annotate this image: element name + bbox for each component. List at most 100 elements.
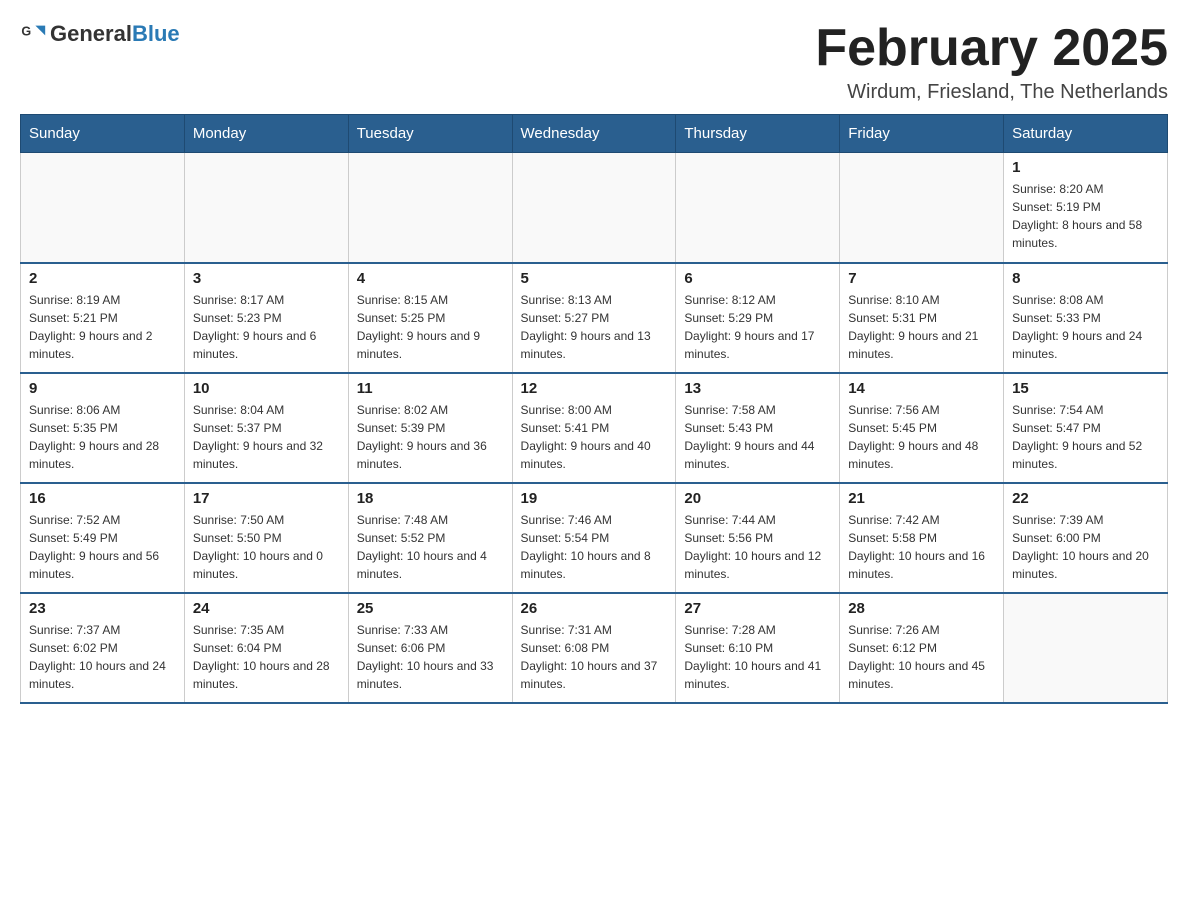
day-number: 24 <box>193 600 340 617</box>
calendar-cell: 7 Sunrise: 8:10 AM Sunset: 5:31 PM Daylig… <box>840 263 1004 373</box>
calendar-cell <box>676 153 840 263</box>
page-header: G GeneralBlue February 2025 Wirdum, Frie… <box>20 20 1168 104</box>
calendar-cell: 8 Sunrise: 8:08 AM Sunset: 5:33 PM Daylig… <box>1004 263 1168 373</box>
calendar-cell: 11 Sunrise: 8:02 AM Sunset: 5:39 PM Dayli… <box>348 373 512 483</box>
calendar-cell <box>512 153 676 263</box>
day-number: 20 <box>684 490 831 507</box>
calendar-cell: 19 Sunrise: 7:46 AM Sunset: 5:54 PM Dayli… <box>512 483 676 593</box>
day-info: Sunrise: 7:42 AM Sunset: 5:58 PM Dayligh… <box>848 511 995 583</box>
weekday-header-saturday: Saturday <box>1004 115 1168 153</box>
calendar-cell: 28Sunrise: 7:26 AM Sunset: 6:12 PM Dayli… <box>840 593 1004 703</box>
day-number: 13 <box>684 380 831 397</box>
day-info: Sunrise: 7:44 AM Sunset: 5:56 PM Dayligh… <box>684 511 831 583</box>
calendar-cell: 21 Sunrise: 7:42 AM Sunset: 5:58 PM Dayli… <box>840 483 1004 593</box>
calendar-cell: 14 Sunrise: 7:56 AM Sunset: 5:45 PM Dayli… <box>840 373 1004 483</box>
day-info: Sunrise: 7:48 AM Sunset: 5:52 PM Dayligh… <box>357 511 504 583</box>
weekday-header-friday: Friday <box>840 115 1004 153</box>
day-info: Sunrise: 8:08 AM Sunset: 5:33 PM Dayligh… <box>1012 291 1159 363</box>
day-number: 6 <box>684 270 831 287</box>
month-title: February 2025 <box>815 20 1168 77</box>
day-number: 1 <box>1012 159 1159 176</box>
weekday-header-thursday: Thursday <box>676 115 840 153</box>
day-info: Sunrise: 7:50 AM Sunset: 5:50 PM Dayligh… <box>193 511 340 583</box>
day-number: 11 <box>357 380 504 397</box>
calendar-cell: 18Sunrise: 7:48 AM Sunset: 5:52 PM Dayli… <box>348 483 512 593</box>
day-number: 4 <box>357 270 504 287</box>
day-info: Sunrise: 8:20 AM Sunset: 5:19 PM Dayligh… <box>1012 180 1159 252</box>
day-number: 16 <box>29 490 176 507</box>
weekday-header-sunday: Sunday <box>21 115 185 153</box>
calendar-cell: 16 Sunrise: 7:52 AM Sunset: 5:49 PM Dayli… <box>21 483 185 593</box>
calendar-table: SundayMondayTuesdayWednesdayThursdayFrid… <box>20 114 1168 704</box>
day-info: Sunrise: 8:10 AM Sunset: 5:31 PM Dayligh… <box>848 291 995 363</box>
day-number: 7 <box>848 270 995 287</box>
day-info: Sunrise: 8:02 AM Sunset: 5:39 PM Dayligh… <box>357 401 504 473</box>
calendar-cell: 9 Sunrise: 8:06 AM Sunset: 5:35 PM Daylig… <box>21 373 185 483</box>
calendar-cell: 26 Sunrise: 7:31 AM Sunset: 6:08 PM Dayli… <box>512 593 676 703</box>
day-number: 8 <box>1012 270 1159 287</box>
location-subtitle: Wirdum, Friesland, The Netherlands <box>815 81 1168 104</box>
weekday-header-monday: Monday <box>184 115 348 153</box>
day-number: 5 <box>521 270 668 287</box>
calendar-cell: 3Sunrise: 8:17 AM Sunset: 5:23 PM Daylig… <box>184 263 348 373</box>
calendar-cell: 17 Sunrise: 7:50 AM Sunset: 5:50 PM Dayli… <box>184 483 348 593</box>
calendar-cell <box>1004 593 1168 703</box>
day-number: 19 <box>521 490 668 507</box>
weekday-header-wednesday: Wednesday <box>512 115 676 153</box>
day-info: Sunrise: 7:54 AM Sunset: 5:47 PM Dayligh… <box>1012 401 1159 473</box>
calendar-cell <box>840 153 1004 263</box>
calendar-cell: 13 Sunrise: 7:58 AM Sunset: 5:43 PM Dayli… <box>676 373 840 483</box>
calendar-week-row: 16 Sunrise: 7:52 AM Sunset: 5:49 PM Dayli… <box>21 483 1168 593</box>
day-info: Sunrise: 8:13 AM Sunset: 5:27 PM Dayligh… <box>521 291 668 363</box>
day-number: 21 <box>848 490 995 507</box>
calendar-cell: 4 Sunrise: 8:15 AM Sunset: 5:25 PM Daylig… <box>348 263 512 373</box>
day-number: 25 <box>357 600 504 617</box>
calendar-cell: 10 Sunrise: 8:04 AM Sunset: 5:37 PM Dayli… <box>184 373 348 483</box>
logo: G GeneralBlue <box>20 20 180 48</box>
day-info: Sunrise: 7:52 AM Sunset: 5:49 PM Dayligh… <box>29 511 176 583</box>
calendar-cell: 5 Sunrise: 8:13 AM Sunset: 5:27 PM Daylig… <box>512 263 676 373</box>
day-info: Sunrise: 8:04 AM Sunset: 5:37 PM Dayligh… <box>193 401 340 473</box>
calendar-cell: 25 Sunrise: 7:33 AM Sunset: 6:06 PM Dayli… <box>348 593 512 703</box>
day-number: 27 <box>684 600 831 617</box>
calendar-cell: 15 Sunrise: 7:54 AM Sunset: 5:47 PM Dayli… <box>1004 373 1168 483</box>
calendar-cell: 27 Sunrise: 7:28 AM Sunset: 6:10 PM Dayli… <box>676 593 840 703</box>
logo-general-text: General <box>50 21 132 46</box>
calendar-cell: 20 Sunrise: 7:44 AM Sunset: 5:56 PM Dayli… <box>676 483 840 593</box>
calendar-cell: 22Sunrise: 7:39 AM Sunset: 6:00 PM Dayli… <box>1004 483 1168 593</box>
day-info: Sunrise: 7:56 AM Sunset: 5:45 PM Dayligh… <box>848 401 995 473</box>
day-number: 3 <box>193 270 340 287</box>
day-info: Sunrise: 7:33 AM Sunset: 6:06 PM Dayligh… <box>357 621 504 693</box>
day-number: 14 <box>848 380 995 397</box>
calendar-week-row: 23Sunrise: 7:37 AM Sunset: 6:02 PM Dayli… <box>21 593 1168 703</box>
calendar-cell <box>184 153 348 263</box>
day-number: 10 <box>193 380 340 397</box>
day-number: 26 <box>521 600 668 617</box>
day-info: Sunrise: 7:35 AM Sunset: 6:04 PM Dayligh… <box>193 621 340 693</box>
day-info: Sunrise: 8:06 AM Sunset: 5:35 PM Dayligh… <box>29 401 176 473</box>
calendar-cell: 2 Sunrise: 8:19 AM Sunset: 5:21 PM Daylig… <box>21 263 185 373</box>
logo-blue-text: Blue <box>132 21 180 46</box>
day-info: Sunrise: 8:15 AM Sunset: 5:25 PM Dayligh… <box>357 291 504 363</box>
day-info: Sunrise: 8:12 AM Sunset: 5:29 PM Dayligh… <box>684 291 831 363</box>
day-info: Sunrise: 7:46 AM Sunset: 5:54 PM Dayligh… <box>521 511 668 583</box>
day-info: Sunrise: 8:00 AM Sunset: 5:41 PM Dayligh… <box>521 401 668 473</box>
day-number: 22 <box>1012 490 1159 507</box>
day-info: Sunrise: 7:58 AM Sunset: 5:43 PM Dayligh… <box>684 401 831 473</box>
day-number: 28 <box>848 600 995 617</box>
day-info: Sunrise: 7:28 AM Sunset: 6:10 PM Dayligh… <box>684 621 831 693</box>
day-info: Sunrise: 8:19 AM Sunset: 5:21 PM Dayligh… <box>29 291 176 363</box>
calendar-cell: 24 Sunrise: 7:35 AM Sunset: 6:04 PM Dayli… <box>184 593 348 703</box>
day-number: 17 <box>193 490 340 507</box>
title-block: February 2025 Wirdum, Friesland, The Net… <box>815 20 1168 104</box>
day-number: 15 <box>1012 380 1159 397</box>
weekday-header-row: SundayMondayTuesdayWednesdayThursdayFrid… <box>21 115 1168 153</box>
day-number: 12 <box>521 380 668 397</box>
calendar-week-row: 1 Sunrise: 8:20 AM Sunset: 5:19 PM Daylig… <box>21 153 1168 263</box>
calendar-cell <box>21 153 185 263</box>
day-info: Sunrise: 7:31 AM Sunset: 6:08 PM Dayligh… <box>521 621 668 693</box>
day-number: 2 <box>29 270 176 287</box>
day-number: 9 <box>29 380 176 397</box>
logo-icon: G <box>20 20 48 48</box>
svg-text:G: G <box>21 24 31 38</box>
